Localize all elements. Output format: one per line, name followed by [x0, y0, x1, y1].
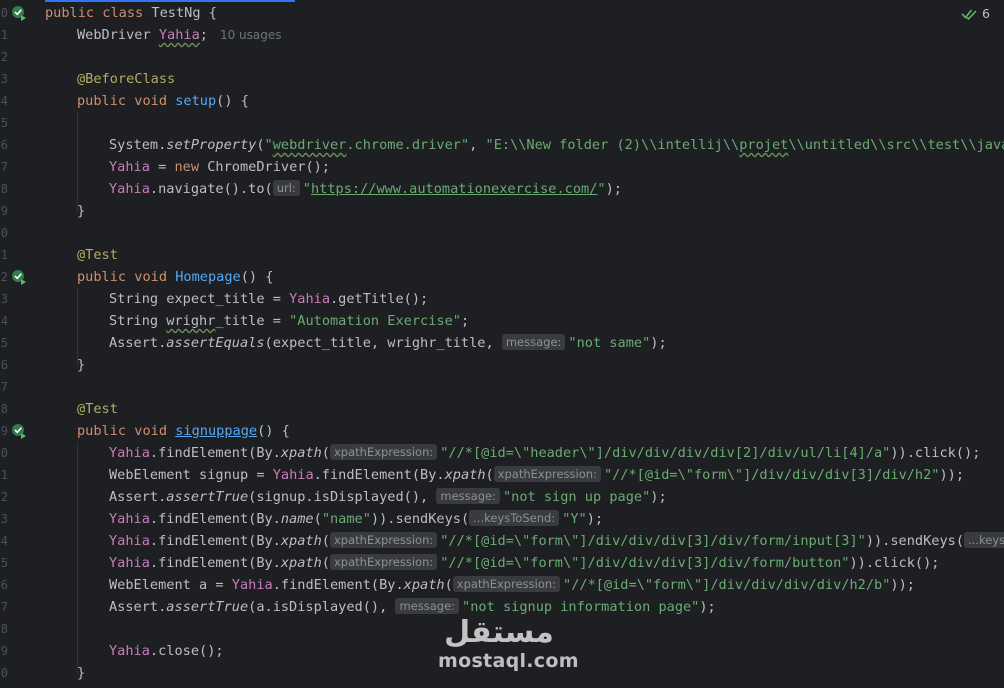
code-line: Yahia.navigate().to(url: "https://www.aut… — [109, 180, 622, 197]
line-number: 9 — [0, 204, 8, 218]
line-number: 1 — [0, 28, 8, 42]
param-hint: message: — [501, 334, 566, 350]
code-line: WebElement signup = Yahia.findElement(By… — [109, 466, 965, 483]
line-number: 4 — [0, 94, 8, 108]
param-hint: message: — [436, 488, 500, 504]
code-line: } — [77, 203, 86, 219]
code-line: } — [77, 357, 86, 373]
code-line: public void setup() { — [77, 93, 249, 109]
code-line: public void signuppage() { — [77, 423, 290, 439]
line-number: 6 — [0, 358, 8, 372]
param-hint: xpathExpression: — [493, 466, 601, 482]
line-number: 7 — [0, 380, 8, 394]
line-number: 2 — [0, 50, 8, 64]
line-number: 2 — [0, 270, 8, 284]
code-line: String wrighr_title = "Automation Exerci… — [109, 313, 470, 329]
line-number: 8 — [0, 182, 8, 196]
param-hint: url: — [272, 180, 300, 196]
line-number: 7 — [0, 600, 8, 614]
code-line: public void Homepage() { — [77, 269, 274, 285]
line-number: 0 — [0, 226, 8, 240]
code-line: Assert.assertTrue(signup.isDisplayed(), … — [109, 488, 667, 505]
code-line: Yahia.findElement(By.name("name")).sendK… — [109, 510, 604, 527]
param-hint: ...keysTo — [964, 532, 1004, 548]
code-line: Yahia.findElement(By.xpath(xpathExpressi… — [109, 444, 981, 461]
code-line: public class TestNg { — [45, 5, 217, 21]
code-line: Yahia.findElement(By.xpath(xpathExpressi… — [109, 530, 1004, 552]
code-line: WebElement a = Yahia.findElement(By.xpat… — [109, 576, 915, 593]
code-line: Yahia.close(); — [109, 643, 224, 659]
indent-guide — [77, 112, 78, 212]
code-line: @BeforeClass — [77, 71, 176, 87]
line-number: 3 — [0, 512, 8, 526]
url-link[interactable]: https://www.automationexercise.com/ — [311, 181, 597, 197]
param-hint: xpathExpression: — [452, 576, 561, 592]
line-number: 9 — [0, 644, 8, 658]
line-number: 5 — [0, 116, 8, 130]
param-hint: xpathExpression: — [329, 532, 438, 548]
mostaql-logo: مستقل — [444, 615, 554, 650]
usages-hint[interactable]: 10 usages — [220, 28, 282, 42]
param-hint: ...keysToSend: — [469, 510, 560, 526]
code-line: } — [77, 665, 86, 681]
line-number: 4 — [0, 314, 8, 328]
line-number: 0 — [0, 6, 8, 20]
line-number: 0 — [0, 446, 8, 460]
line-number: 5 — [0, 336, 8, 350]
svg-text:مستقل: مستقل — [444, 615, 554, 650]
code-line: Assert.assertEquals(expect_title, wrighr… — [109, 334, 667, 351]
code-line: Yahia = new ChromeDriver(); — [109, 159, 330, 175]
code-line: @Test — [77, 247, 118, 263]
check-double-icon — [961, 9, 977, 20]
code-line: @Test — [77, 401, 118, 417]
param-hint: xpathExpression: — [329, 444, 438, 460]
code-line: String expect_title = Yahia.getTitle(); — [109, 291, 429, 307]
line-number: 6 — [0, 138, 8, 152]
line-number: 7 — [0, 160, 8, 174]
run-test-icon[interactable] — [11, 5, 27, 21]
line-number: 3 — [0, 292, 8, 306]
line-number: 6 — [0, 578, 8, 592]
code-line: WebDriver Yahia; 10 usages — [77, 27, 282, 43]
line-number: 9 — [0, 424, 8, 438]
line-number: 2 — [0, 490, 8, 504]
code-line: Yahia.findElement(By.xpath(xpathExpressi… — [109, 554, 940, 571]
watermark: مستقل mostaql.com — [436, 612, 579, 674]
line-number: 8 — [0, 622, 8, 636]
line-number: 1 — [0, 248, 8, 262]
watermark-site: mostaql.com — [438, 650, 579, 672]
code-line: Assert.assertTrue(a.isDisplayed(), messa… — [109, 598, 716, 615]
run-test-icon[interactable] — [11, 269, 27, 285]
inspection-count: 6 — [982, 6, 990, 21]
line-number: 1 — [0, 468, 8, 482]
param-hint: xpathExpression: — [329, 554, 438, 570]
code-line: System.setProperty("webdriver.chrome.dri… — [109, 137, 1004, 153]
line-number: 3 — [0, 72, 8, 86]
line-number: 8 — [0, 402, 8, 416]
line-number-gutter: 0 1 2 3 4 5 6 7 8 9 0 1 2 3 4 5 6 7 8 9 0 1 2 3 4 5 6 7 8 9 0 — [0, 0, 34, 688]
line-number: 0 — [0, 666, 8, 680]
inspection-widget[interactable]: 6 — [961, 6, 990, 21]
indent-guide — [77, 442, 78, 674]
line-number: 5 — [0, 556, 8, 570]
run-test-icon[interactable] — [11, 423, 27, 439]
line-number: 4 — [0, 534, 8, 548]
